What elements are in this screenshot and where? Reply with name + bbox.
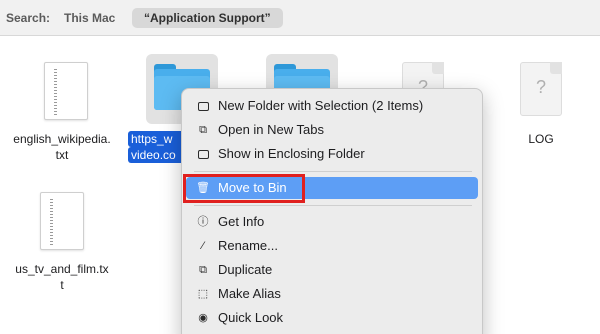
search-scope-bar: Search: This Mac “Application Support”: [0, 0, 600, 36]
file-name-line2: video.co: [128, 147, 184, 163]
menu-item-label: Quick Look: [218, 310, 284, 325]
open-tabs-icon: ⧉: [199, 124, 207, 136]
menu-item-new-folder-with-selection[interactable]: New Folder with Selection (2 Items): [186, 95, 478, 117]
file-name-line1: LOG: [528, 132, 554, 146]
menu-item-show-in-enclosing-folder[interactable]: Show in Enclosing Folder: [186, 143, 478, 165]
generic-document-icon: ?: [520, 62, 562, 116]
menu-item-label: Get Info: [218, 214, 265, 229]
menu-item-label: Rename...: [218, 238, 278, 253]
menu-item-rename[interactable]: ⁄ Rename...: [186, 235, 478, 257]
file-name-line1: us_tv_and_film.tx: [15, 262, 109, 276]
context-menu: New Folder with Selection (2 Items) ⧉ Op…: [181, 88, 483, 334]
pencil-icon: ⁄: [202, 240, 204, 252]
menu-item-quick-look[interactable]: ◉ Quick Look: [186, 307, 478, 329]
menu-item-make-alias[interactable]: ⬚ Make Alias: [186, 283, 478, 305]
file-name-line1: https_w: [128, 131, 184, 147]
menu-separator: [194, 171, 472, 172]
scope-application-support-button[interactable]: “Application Support”: [132, 8, 283, 28]
menu-item-label: Duplicate: [218, 262, 273, 277]
text-document-icon: [44, 62, 88, 120]
menu-separator: [194, 205, 472, 206]
file-name-line2: t: [60, 278, 64, 292]
new-folder-icon: [196, 99, 210, 113]
info-icon: ⓘ: [197, 216, 209, 228]
menu-item-label: Open in New Tabs: [218, 122, 324, 137]
menu-item-get-info[interactable]: ⓘ Get Info: [186, 211, 478, 233]
file-name-line1: english_wikipedia.: [13, 132, 111, 146]
text-document-icon: [40, 192, 84, 250]
search-label: Search:: [6, 11, 51, 25]
menu-item-label: Make Alias: [218, 286, 281, 301]
menu-item-label: New Folder with Selection (2 Items): [218, 98, 424, 113]
file-name-line2: txt: [55, 148, 69, 162]
scope-this-mac-button[interactable]: This Mac: [56, 8, 123, 28]
enclosing-folder-icon: [196, 147, 210, 161]
eye-icon: ◉: [198, 312, 208, 324]
menu-item-open-in-new-tabs[interactable]: ⧉ Open in New Tabs: [186, 119, 478, 141]
alias-icon: ⬚: [197, 288, 209, 300]
menu-item-label: Show in Enclosing Folder: [218, 146, 365, 161]
annotation-highlight-box: [183, 174, 305, 203]
menu-item-duplicate[interactable]: ⧉ Duplicate: [186, 259, 478, 281]
duplicate-icon: ⧉: [199, 264, 207, 276]
